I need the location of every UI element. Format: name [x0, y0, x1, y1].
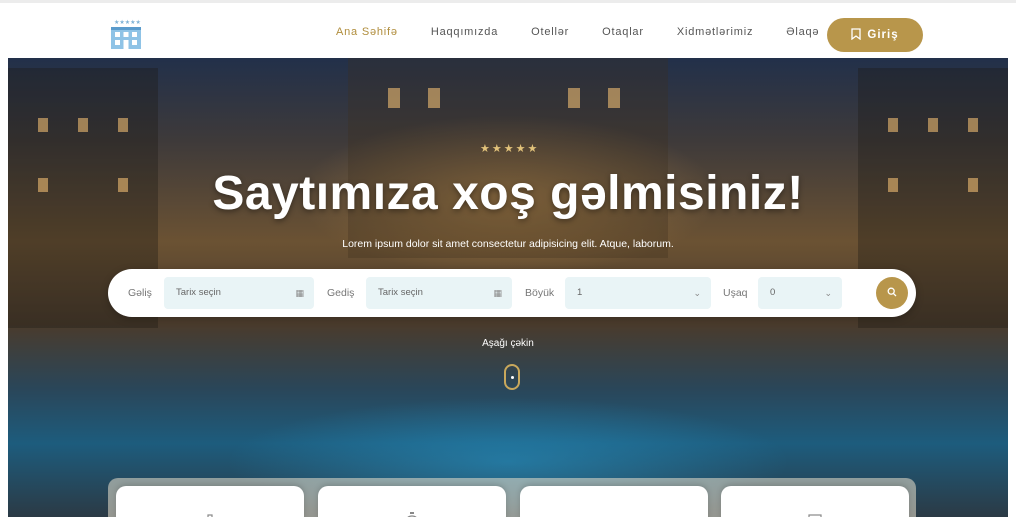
calendar-icon: ▦	[295, 288, 304, 298]
hero-section: ★★★★★ Saytımıza xoş gəlmisiniz! Lorem ip…	[8, 58, 1008, 517]
stopwatch-icon	[400, 510, 424, 517]
hotel-building-icon[interactable]: ★★★★★	[108, 17, 144, 51]
chevron-down-icon: ⌄	[824, 288, 832, 298]
hero-window	[38, 118, 48, 132]
nav-item-contact[interactable]: Əlaqə	[786, 3, 819, 61]
chevron-down-icon: ⌄	[693, 288, 701, 298]
hero-window	[388, 88, 400, 108]
hero-title: Saytımıza xoş gəlmisiniz!	[212, 167, 804, 220]
login-label: Giriş	[867, 29, 899, 41]
adults-select[interactable]: 1 ⌄	[565, 277, 711, 309]
suitcase-icon	[198, 510, 222, 517]
checkin-label: Gəliş	[128, 287, 152, 299]
checkout-placeholder: Tarix seçin	[378, 287, 423, 298]
search-button[interactable]	[876, 277, 908, 309]
nav-item-about[interactable]: Haqqımızda	[431, 3, 498, 61]
checkout-date-field[interactable]: Tarix seçin ▦	[366, 277, 512, 309]
site-header: ★★★★★ Ana Səhifə Haqqımızda Otellər Otaq…	[0, 0, 1016, 61]
main-nav: Ana Səhifə Haqqımızda Otellər Otaqlar Xi…	[330, 3, 852, 61]
nav-item-services[interactable]: Xidmətlərimiz	[677, 3, 753, 61]
checkin-date-field[interactable]: Tarix seçin ▦	[164, 277, 314, 309]
hero-window	[78, 118, 88, 132]
nav-item-hotels[interactable]: Otellər	[531, 3, 569, 61]
hero-window	[928, 118, 938, 132]
children-label: Uşaq	[723, 287, 748, 299]
svg-text:★★★★★: ★★★★★	[114, 19, 141, 26]
tv-icon	[803, 510, 827, 517]
search-icon	[887, 284, 897, 302]
hero-window	[888, 118, 898, 132]
scroll-down-icon[interactable]	[504, 364, 520, 390]
calendar-icon: ▦	[493, 288, 502, 298]
bookmark-icon	[851, 27, 862, 43]
hero-window	[118, 118, 128, 132]
adults-label: Böyük	[525, 287, 555, 299]
hero-window	[568, 88, 580, 108]
booking-search-bar: Gəliş Tarix seçin ▦ Gediş Tarix seçin ▦ …	[108, 269, 916, 317]
hero-window	[428, 88, 440, 108]
feature-card[interactable]	[318, 486, 506, 517]
feature-card[interactable]	[721, 486, 909, 517]
children-select[interactable]: 0 ⌄	[758, 277, 842, 309]
checkin-placeholder: Tarix seçin	[176, 287, 221, 298]
hero-rating-stars: ★★★★★	[480, 143, 540, 155]
adults-value: 1	[577, 287, 583, 298]
login-button[interactable]: Giriş	[827, 18, 923, 52]
feature-card[interactable]	[116, 486, 304, 517]
hero-window	[968, 118, 978, 132]
children-value: 0	[770, 287, 776, 298]
hero-window	[608, 88, 620, 108]
nav-item-rooms[interactable]: Otaqlar	[602, 3, 644, 61]
nav-item-home[interactable]: Ana Səhifə	[330, 3, 404, 61]
scroll-down-label: Aşağı çəkin	[482, 338, 534, 349]
scroll-dot	[511, 376, 514, 379]
tv-icon	[602, 510, 626, 517]
hero-subtitle: Lorem ipsum dolor sit amet consectetur a…	[342, 238, 674, 250]
feature-card[interactable]	[520, 486, 708, 517]
checkout-label: Gediş	[327, 287, 355, 299]
